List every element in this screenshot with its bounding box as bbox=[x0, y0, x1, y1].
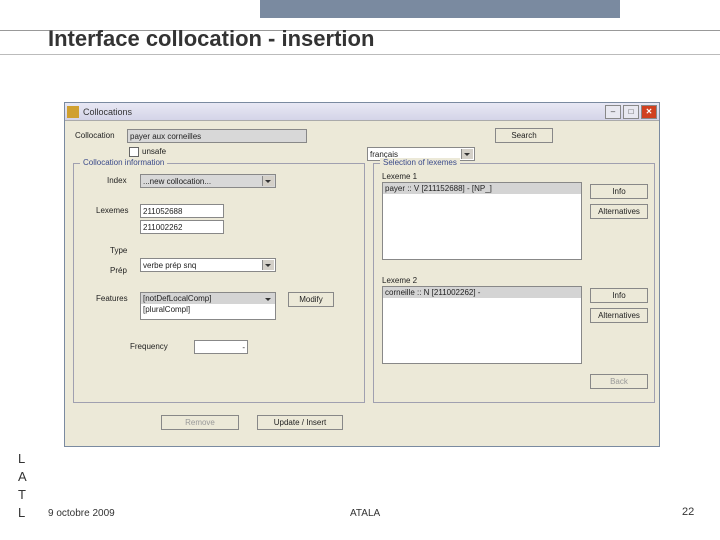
footer-center: ATALA bbox=[350, 508, 380, 519]
decorative-band bbox=[260, 0, 620, 18]
collocation-input[interactable] bbox=[127, 129, 307, 143]
feature-item[interactable]: [pluralCompl] bbox=[141, 304, 275, 315]
minimize-button[interactable]: – bbox=[605, 105, 621, 119]
titlebar[interactable]: Collocations – □ ✕ bbox=[65, 103, 659, 121]
slide-title: Interface collocation - insertion bbox=[48, 26, 374, 52]
collocation-info-fieldset: Collocation information Index ...new col… bbox=[73, 163, 365, 403]
lexeme1-list[interactable]: payer :: V [211152688] - [NP_] bbox=[382, 182, 582, 260]
lexeme1-label: Lexeme 1 bbox=[382, 172, 417, 181]
search-button[interactable]: Search bbox=[495, 128, 553, 143]
footer-date: 9 octobre 2009 bbox=[48, 508, 115, 519]
app-icon bbox=[67, 106, 79, 118]
lexeme2-input[interactable] bbox=[140, 220, 224, 234]
collocations-window: Collocations – □ ✕ Collocation français … bbox=[64, 102, 660, 447]
lexeme1-input[interactable] bbox=[140, 204, 224, 218]
lexeme1-info-button[interactable]: Info bbox=[590, 184, 648, 199]
lexemes-label: Lexemes bbox=[96, 206, 128, 215]
page-number: 22 bbox=[682, 506, 694, 518]
collocation-info-title: Collocation information bbox=[80, 158, 167, 167]
lexeme-selection-title: Selection of lexemes bbox=[380, 158, 460, 167]
index-label: Index bbox=[107, 176, 127, 185]
lexeme-selection-fieldset: Selection of lexemes Lexeme 1 payer :: V… bbox=[373, 163, 655, 403]
back-button[interactable]: Back bbox=[590, 374, 648, 389]
feature-item[interactable]: [notDefLocalComp] bbox=[141, 293, 275, 304]
unsafe-checkbox[interactable]: unsafe bbox=[129, 147, 166, 157]
maximize-button[interactable]: □ bbox=[623, 105, 639, 119]
lexeme2-item[interactable]: corneille :: N [211002262] - bbox=[383, 287, 581, 298]
lexeme2-alternatives-button[interactable]: Alternatives bbox=[590, 308, 648, 323]
lexeme2-list[interactable]: corneille :: N [211002262] - bbox=[382, 286, 582, 364]
frequency-input[interactable] bbox=[194, 340, 248, 354]
modify-button[interactable]: Modify bbox=[288, 292, 334, 307]
index-select[interactable]: ...new collocation... bbox=[140, 174, 276, 188]
features-list[interactable]: [notDefLocalComp] [pluralCompl] bbox=[140, 292, 276, 320]
update-insert-button[interactable]: Update / Insert bbox=[257, 415, 343, 430]
window-title: Collocations bbox=[83, 107, 132, 117]
features-label: Features bbox=[96, 294, 128, 303]
collocation-label: Collocation bbox=[75, 131, 115, 140]
type-select[interactable]: verbe prép snq bbox=[140, 258, 276, 272]
type-label: Type bbox=[110, 246, 127, 255]
lexeme1-item[interactable]: payer :: V [211152688] - [NP_] bbox=[383, 183, 581, 194]
lexeme1-alternatives-button[interactable]: Alternatives bbox=[590, 204, 648, 219]
hr-bottom bbox=[0, 54, 720, 55]
lexeme2-label: Lexeme 2 bbox=[382, 276, 417, 285]
lexeme2-info-button[interactable]: Info bbox=[590, 288, 648, 303]
side-letters: L A T L bbox=[18, 450, 27, 522]
frequency-label: Frequency bbox=[130, 342, 168, 351]
unsafe-check-box[interactable] bbox=[129, 147, 139, 157]
remove-button[interactable]: Remove bbox=[161, 415, 239, 430]
close-button[interactable]: ✕ bbox=[641, 105, 657, 119]
prep-label: Prép bbox=[110, 266, 127, 275]
